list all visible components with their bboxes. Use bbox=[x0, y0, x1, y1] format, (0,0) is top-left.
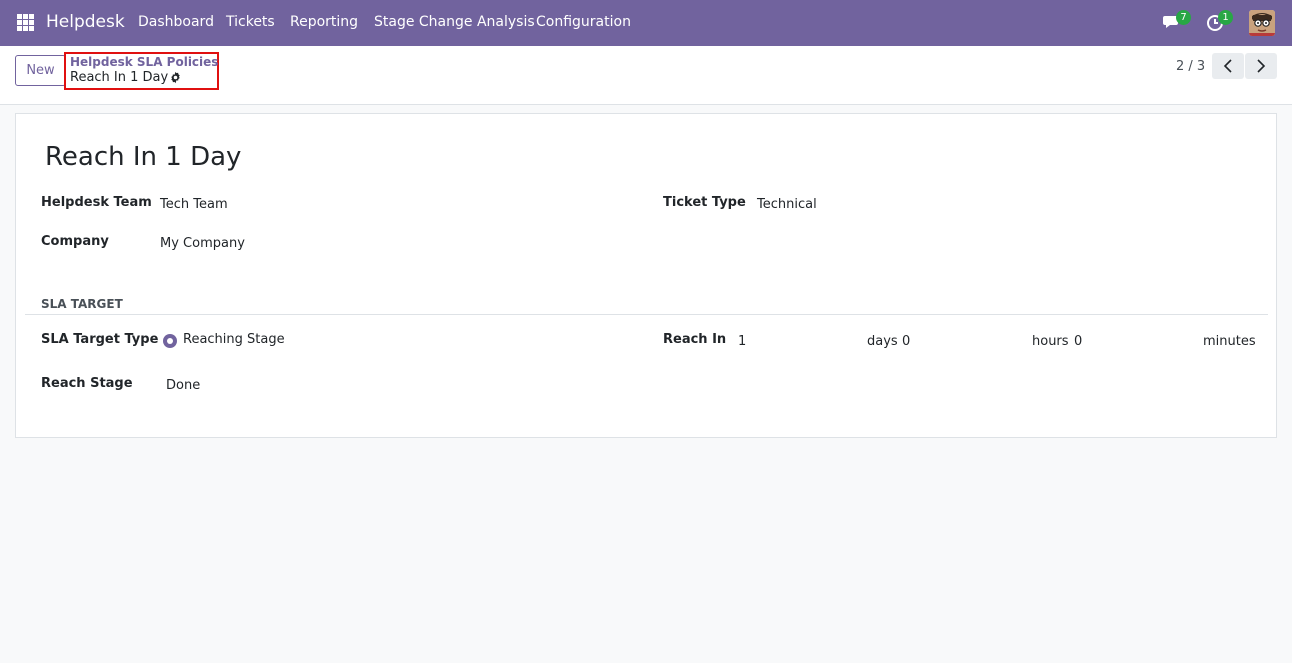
section-sla-target: SLA TARGET bbox=[41, 297, 123, 311]
sla-target-type-label: SLA Target Type bbox=[41, 332, 159, 347]
company-label: Company bbox=[41, 234, 109, 249]
helpdesk-team-label: Helpdesk Team bbox=[41, 195, 152, 210]
apps-menu-icon[interactable] bbox=[17, 14, 34, 31]
pager-next-button[interactable] bbox=[1245, 53, 1277, 79]
menu-reporting[interactable]: Reporting bbox=[290, 14, 358, 30]
helpdesk-team-field[interactable]: Tech Team bbox=[160, 197, 228, 212]
chevron-right-icon bbox=[1257, 59, 1266, 73]
reach-in-days-input[interactable]: 1 bbox=[738, 334, 746, 349]
form-sheet: Reach In 1 Day Helpdesk Team Tech Team C… bbox=[15, 113, 1277, 438]
minutes-unit-label: minutes bbox=[1203, 334, 1256, 349]
reach-stage-field[interactable]: Done bbox=[166, 378, 200, 393]
menu-dashboard[interactable]: Dashboard bbox=[138, 14, 214, 30]
app-brand[interactable]: Helpdesk bbox=[46, 12, 125, 32]
reach-in-hours-input[interactable]: 0 bbox=[902, 334, 910, 349]
reach-in-label: Reach In bbox=[663, 332, 727, 347]
ticket-type-label: Ticket Type bbox=[663, 195, 746, 210]
activities-badge: 1 bbox=[1218, 10, 1233, 25]
user-avatar[interactable] bbox=[1249, 10, 1275, 36]
messages-badge: 7 bbox=[1176, 10, 1191, 25]
control-panel: New Helpdesk SLA Policies Reach In 1 Day… bbox=[0, 46, 1292, 105]
menu-tickets[interactable]: Tickets bbox=[226, 14, 275, 30]
breadcrumb-parent-link[interactable]: Helpdesk SLA Policies bbox=[70, 55, 218, 69]
reach-in-minutes-input[interactable]: 0 bbox=[1074, 334, 1082, 349]
days-unit-label: days bbox=[867, 334, 898, 349]
pager-value[interactable]: 2 / 3 bbox=[1176, 59, 1205, 74]
menu-configuration[interactable]: Configuration bbox=[536, 14, 631, 30]
company-field[interactable]: My Company bbox=[160, 236, 245, 251]
pager-previous-button[interactable] bbox=[1212, 53, 1244, 79]
hours-unit-label: hours bbox=[1032, 334, 1069, 349]
reach-stage-label: Reach Stage bbox=[41, 376, 133, 391]
top-navbar: Helpdesk Dashboard Tickets Reporting Sta… bbox=[0, 0, 1292, 46]
menu-stage-change-analysis[interactable]: Stage Change Analysis bbox=[374, 14, 535, 30]
breadcrumb-current: Reach In 1 Day bbox=[70, 70, 169, 85]
new-button[interactable]: New bbox=[15, 55, 66, 86]
gear-icon[interactable] bbox=[169, 71, 182, 84]
record-title[interactable]: Reach In 1 Day bbox=[45, 142, 241, 172]
ticket-type-field[interactable]: Technical bbox=[757, 197, 817, 212]
reaching-stage-option-label[interactable]: Reaching Stage bbox=[183, 332, 285, 347]
chevron-left-icon bbox=[1223, 59, 1232, 73]
section-divider bbox=[25, 314, 1268, 315]
reaching-stage-radio[interactable] bbox=[163, 334, 177, 348]
